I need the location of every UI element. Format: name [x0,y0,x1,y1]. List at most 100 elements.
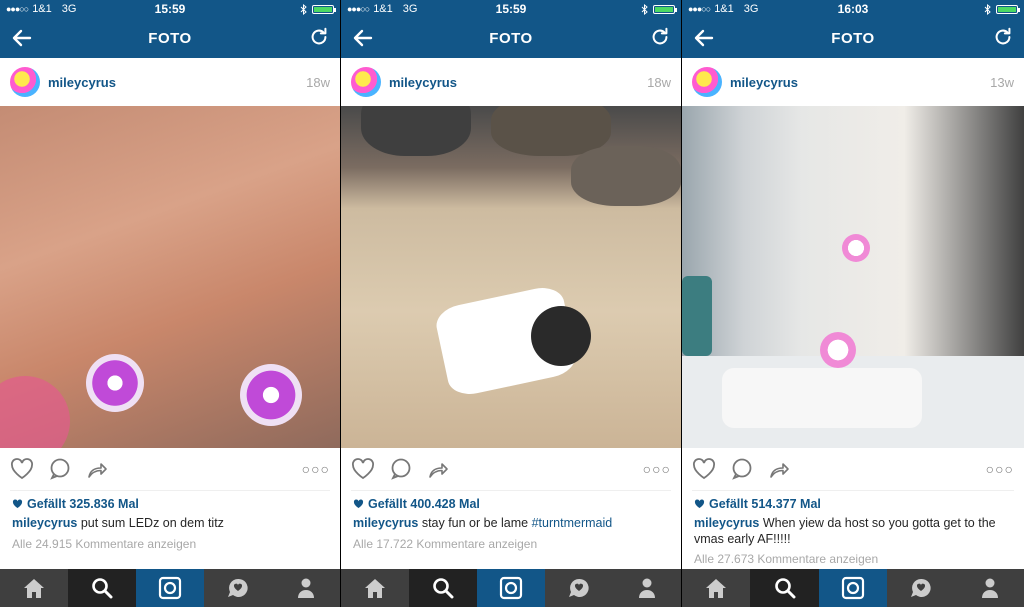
status-time: 15:59 [495,2,527,16]
view-comments-link[interactable]: Alle 24.915 Kommentare anzeigen [0,532,340,551]
caption-text: stay fun or be lame [421,516,529,530]
tab-search[interactable] [409,569,477,607]
heart-icon[interactable] [351,458,375,480]
more-dots-icon[interactable]: ○○○ [986,461,1014,477]
caption-username[interactable]: mileycyrus [353,516,418,530]
likes-count[interactable]: Gefällt 514.377 Mal [682,491,1024,511]
status-time: 16:03 [837,2,869,16]
page-title: FOTO [148,29,192,47]
avatar[interactable] [10,67,40,97]
tab-home[interactable] [341,569,409,607]
post-caption: mileycyrus When yiew da host so you gott… [682,511,1024,547]
search-icon [92,578,113,599]
phone-screen-3: ●●●○○ 1&1 3G 16:03 FOTO mileycyrus 13w ○… [682,0,1024,607]
post-header: mileycyrus 13w [682,58,1024,106]
caption-username[interactable]: mileycyrus [12,516,77,530]
activity-heart-icon [228,578,248,597]
caption-username[interactable]: mileycyrus [694,516,759,530]
phone-screen-2: ●●●○○ 1&1 3G 15:59 FOTO mileycyrus 18w ○… [341,0,682,607]
tab-camera[interactable] [477,569,545,607]
likes-count[interactable]: Gefällt 325.836 Mal [0,491,340,511]
more-dots-icon[interactable]: ○○○ [643,461,671,477]
post-actions: ○○○ [0,448,340,490]
back-arrow-icon[interactable] [10,26,34,50]
likes-label: Gefällt 514.377 Mal [709,497,821,511]
post-photo[interactable] [682,106,1024,448]
share-icon[interactable] [768,459,790,479]
tab-profile[interactable] [613,569,681,607]
tab-camera[interactable] [818,569,888,607]
status-bar: ●●●○○ 1&1 3G 15:59 [341,0,681,18]
heart-small-icon [12,499,23,509]
battery-icon [996,4,1020,14]
back-arrow-icon[interactable] [692,26,716,50]
nav-bar: FOTO [682,18,1024,58]
refresh-icon[interactable] [649,26,671,48]
post-photo[interactable] [0,106,340,448]
post-age: 18w [306,74,330,90]
post-photo[interactable] [341,106,681,448]
tab-bar [0,569,340,607]
tab-home[interactable] [0,569,68,607]
post-age: 13w [990,74,1014,90]
post-username[interactable]: mileycyrus [389,75,457,90]
activity-heart-icon [911,578,932,597]
search-icon [433,578,454,599]
profile-icon [981,578,998,598]
camera-icon [499,576,523,600]
more-dots-icon[interactable]: ○○○ [302,461,330,477]
tab-activity[interactable] [204,569,272,607]
view-comments-link[interactable]: Alle 27.673 Kommentare anzeigen [682,547,1024,566]
caption-hashtag[interactable]: #turntmermaid [532,516,613,530]
tab-profile[interactable] [272,569,340,607]
battery-icon [653,4,677,14]
avatar[interactable] [692,67,722,97]
share-icon[interactable] [86,459,108,479]
post-caption: mileycyrus put sum LEDz on dem titz [0,511,340,532]
activity-heart-icon [569,578,589,597]
tab-camera[interactable] [136,569,204,607]
refresh-icon[interactable] [308,26,330,48]
tab-home[interactable] [682,569,750,607]
camera-icon [158,576,182,600]
back-arrow-icon[interactable] [351,26,375,50]
tab-search[interactable] [750,569,819,607]
post-header: mileycyrus 18w [341,58,681,106]
tab-search[interactable] [68,569,136,607]
screens-container: ●●●○○ 1&1 3G 15:59 FOTO mileycyrus 18w ○… [0,0,1024,607]
refresh-icon[interactable] [992,26,1014,48]
status-bar: ●●●○○ 1&1 3G 16:03 [682,0,1024,18]
comment-icon[interactable] [389,458,413,480]
profile-icon [298,578,314,598]
post-username[interactable]: mileycyrus [730,75,798,90]
post-username[interactable]: mileycyrus [48,75,116,90]
tab-profile[interactable] [956,569,1024,607]
comment-icon[interactable] [48,458,72,480]
nav-bar: FOTO [0,18,340,58]
post-header: mileycyrus 18w [0,58,340,106]
post-caption: mileycyrus stay fun or be lame #turntmer… [341,511,681,532]
status-time: 15:59 [154,2,186,16]
share-icon[interactable] [427,459,449,479]
post-actions: ○○○ [341,448,681,490]
home-icon [706,579,727,598]
likes-label: Gefällt 400.428 Mal [368,497,480,511]
view-comments-link[interactable]: Alle 17.722 Kommentare anzeigen [341,532,681,551]
page-title: FOTO [831,29,875,47]
status-bar: ●●●○○ 1&1 3G 15:59 [0,0,340,18]
tab-activity[interactable] [545,569,613,607]
tab-activity[interactable] [887,569,955,607]
likes-label: Gefällt 325.836 Mal [27,497,139,511]
comment-icon[interactable] [730,458,754,480]
post-actions: ○○○ [682,448,1024,490]
phone-screen-1: ●●●○○ 1&1 3G 15:59 FOTO mileycyrus 18w ○… [0,0,341,607]
home-icon [365,579,385,598]
tab-bar [682,569,1024,607]
avatar[interactable] [351,67,381,97]
heart-icon[interactable] [10,458,34,480]
battery-icon [312,4,336,14]
post-age: 18w [647,74,671,90]
likes-count[interactable]: Gefällt 400.428 Mal [341,491,681,511]
heart-icon[interactable] [692,458,716,480]
heart-small-icon [353,499,364,509]
